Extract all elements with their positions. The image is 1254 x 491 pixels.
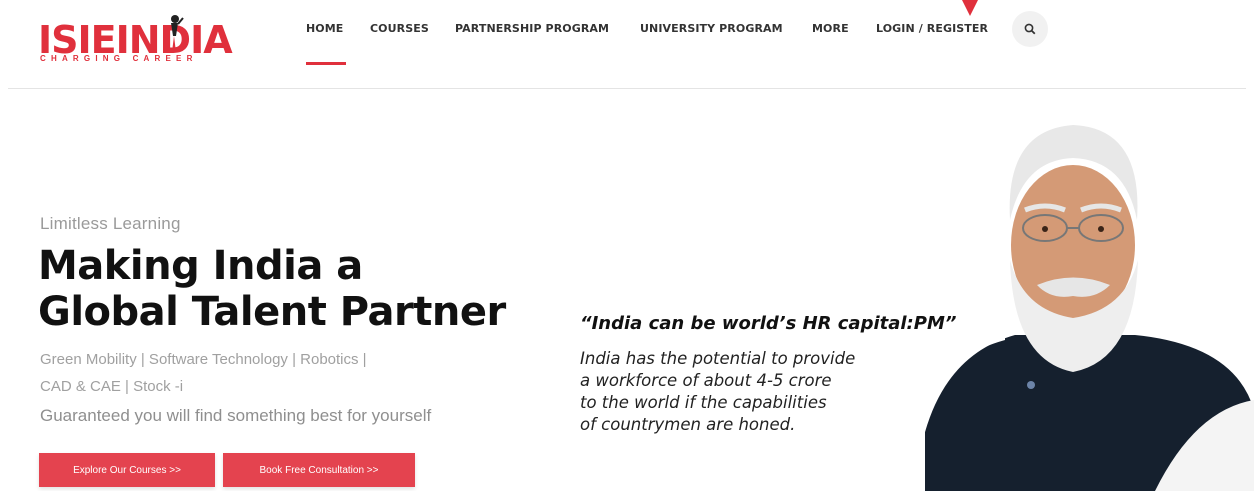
nav-active-indicator <box>306 62 346 65</box>
quote-line1: India has the potential to provide <box>580 349 856 368</box>
nav-more[interactable]: MORE <box>812 22 849 35</box>
nav-courses[interactable]: COURSES <box>370 22 429 35</box>
search-icon <box>1024 23 1036 35</box>
hero-tags-line2: CAD & CAE | Stock -i <box>40 378 184 395</box>
header-divider <box>8 88 1246 89</box>
quote-body: India has the potential to provide a wor… <box>580 348 940 436</box>
hero-headline: Making India a Global Talent Partner <box>38 243 506 335</box>
nav-home[interactable]: HOME <box>306 22 343 35</box>
logo-torch-figure-icon <box>171 15 184 52</box>
search-button[interactable] <box>1012 11 1048 47</box>
hero-tags-line1: Green Mobility | Software Technology | R… <box>40 351 367 368</box>
quote-line2: a workforce of about 4-5 crore <box>580 371 832 390</box>
hero-course-tags: Green Mobility | Software Technology | R… <box>40 346 460 400</box>
nav-partnership-program[interactable]: PARTNERSHIP PROGRAM <box>455 22 609 35</box>
site-logo[interactable]: ISIEINDIA CHARGING CAREER <box>38 14 233 68</box>
hero-tagline: Guaranteed you will find something best … <box>40 406 432 425</box>
hero-eyebrow: Limitless Learning <box>40 214 181 233</box>
hero-headline-line1: Making India a <box>38 243 363 289</box>
book-consultation-button[interactable]: Book Free Consultation >> <box>223 453 415 487</box>
portrait-image <box>925 115 1254 491</box>
nav-login-register[interactable]: LOGIN / REGISTER <box>876 22 988 35</box>
nav-university-program[interactable]: UNIVERSITY PROGRAM <box>640 22 783 35</box>
quote-title: “India can be world’s HR capital:PM” <box>580 313 957 334</box>
quote-line3: to the world if the capabilities <box>580 393 827 412</box>
hero-headline-line2: Global Talent Partner <box>38 289 506 335</box>
logo-tagline: CHARGING CAREER <box>40 54 198 63</box>
pointer-arrow-icon <box>962 0 978 16</box>
quote-line4: of countrymen are honed. <box>580 415 796 434</box>
site-header: ISIEINDIA CHARGING CAREER HOME COURSES P… <box>0 0 1254 88</box>
explore-courses-button[interactable]: Explore Our Courses >> <box>39 453 215 487</box>
